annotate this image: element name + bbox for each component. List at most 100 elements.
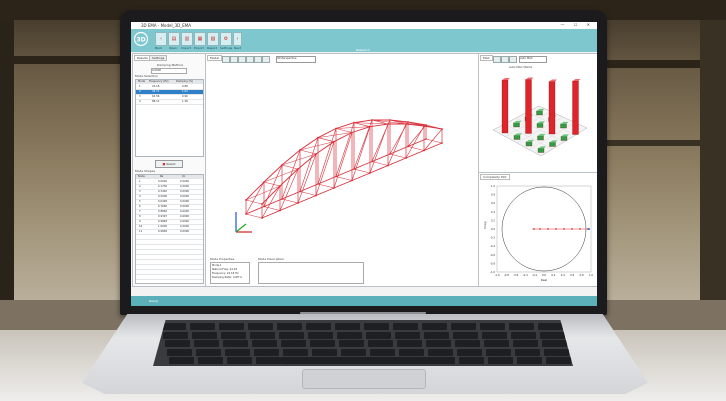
keyboard-key[interactable] (219, 323, 244, 330)
keyboard-key[interactable] (339, 340, 364, 347)
animate-tool[interactable] (254, 56, 262, 63)
keyboard-key[interactable] (252, 340, 277, 347)
keyboard-key[interactable] (451, 323, 476, 330)
keyboard-key[interactable] (546, 357, 571, 364)
keyboard-key[interactable] (457, 348, 482, 356)
select-mode-button[interactable]: ■ Select (155, 160, 183, 168)
zoom-tool[interactable] (238, 56, 246, 63)
keyboard-key[interactable] (511, 331, 536, 339)
mac-tool[interactable] (501, 56, 509, 63)
keyboard-key[interactable] (426, 340, 451, 347)
pan-tool[interactable] (230, 56, 238, 63)
mac-tool[interactable] (509, 56, 517, 63)
keyboard-key[interactable] (250, 331, 275, 339)
keyboard-key[interactable] (538, 323, 563, 330)
keyboard-key[interactable] (459, 357, 484, 364)
keyboard-key[interactable] (428, 348, 453, 356)
header-node: Node (138, 175, 145, 178)
keyboard-key[interactable] (190, 323, 215, 330)
view-select[interactable]: 3D Perspective (276, 56, 316, 63)
spacebar[interactable] (281, 357, 431, 364)
keyboard-key[interactable] (163, 331, 188, 339)
keyboard-key[interactable] (486, 348, 511, 356)
keyboard-key[interactable] (221, 331, 246, 339)
keyboard-key[interactable] (196, 348, 221, 356)
keyboard-key[interactable] (515, 348, 540, 356)
keyboard-key[interactable] (542, 340, 567, 347)
keyboard-key[interactable] (335, 323, 360, 330)
header-damping: Damping (%) (176, 80, 194, 83)
app-logo[interactable]: 3D (133, 31, 149, 47)
keyboard-key[interactable] (397, 340, 422, 347)
keyboard-key[interactable] (455, 340, 480, 347)
keyboard-key[interactable] (223, 340, 248, 347)
keyboard-key[interactable] (312, 348, 337, 356)
keyboard-key[interactable] (225, 348, 250, 356)
keyboard-key[interactable] (308, 331, 333, 339)
keyboard-key[interactable] (281, 340, 306, 347)
keyboard-key[interactable] (366, 331, 391, 339)
keyboard-key[interactable] (248, 323, 273, 330)
keyboard-key[interactable] (393, 323, 418, 330)
description-box[interactable] (258, 262, 364, 284)
keyboard-key[interactable] (165, 340, 190, 347)
cell: 0.0000 (180, 205, 190, 208)
tab-mac[interactable]: MAC (480, 55, 493, 61)
window-controls[interactable]: — ☐ ✕ (561, 22, 594, 27)
keyboard-key[interactable] (540, 331, 565, 339)
trackpad[interactable] (302, 369, 426, 389)
keyboard-key[interactable] (544, 348, 569, 356)
settings-button[interactable]: ⚙ (220, 32, 232, 46)
keyboard-key[interactable] (161, 323, 186, 330)
keyboard-key[interactable] (167, 348, 192, 356)
fit-tool[interactable] (246, 56, 254, 63)
export-button[interactable]: ▦ (194, 32, 206, 46)
tab-model[interactable]: Model (207, 55, 223, 61)
settings-label: Settings (220, 46, 233, 50)
keyboard-key[interactable] (198, 357, 223, 364)
mac-3d-bar-chart (492, 77, 588, 157)
keyboard-key[interactable] (364, 323, 389, 330)
keyboard-key[interactable] (368, 340, 393, 347)
keyboard-key[interactable] (227, 357, 252, 364)
keyboard-key[interactable] (341, 348, 366, 356)
keyboard-key[interactable] (453, 331, 478, 339)
keyboard-key[interactable] (422, 323, 447, 330)
report-button[interactable]: ▧ (207, 32, 219, 46)
keyboard-key[interactable] (192, 331, 217, 339)
keyboard-key[interactable] (399, 348, 424, 356)
keyboard-key[interactable] (306, 323, 331, 330)
open-button[interactable]: ▤ (168, 32, 180, 46)
x-tick-label: -0.8 (504, 273, 509, 277)
keyboard-key[interactable] (194, 340, 219, 347)
keyboard-key[interactable] (254, 348, 279, 356)
keyboard-key[interactable] (256, 357, 281, 364)
keyboard-key[interactable] (513, 340, 538, 347)
mac-tool[interactable] (493, 56, 501, 63)
keyboard-key[interactable] (484, 340, 509, 347)
keyboard-key[interactable] (370, 348, 395, 356)
keyboard-key[interactable] (509, 323, 534, 330)
back-button[interactable]: ‹ (155, 32, 167, 46)
keyboard-key[interactable] (310, 340, 335, 347)
stop-tool[interactable] (262, 56, 270, 63)
keyboard-key[interactable] (279, 331, 304, 339)
keyboard-key[interactable] (277, 323, 302, 330)
keyboard-key[interactable] (395, 331, 420, 339)
keyboard-key[interactable] (488, 357, 513, 364)
keyboard-key[interactable] (424, 331, 449, 339)
keyboard-key[interactable] (430, 357, 455, 364)
tab-settings[interactable]: Settings (149, 55, 168, 61)
import-button[interactable]: ▥ (181, 32, 193, 46)
table-row[interactable]: 4 88.12 1.38 (136, 100, 203, 105)
keyboard-key[interactable] (337, 331, 362, 339)
keyboard-key[interactable] (480, 323, 505, 330)
rotate-tool[interactable] (222, 56, 230, 63)
keyboard-key[interactable] (283, 348, 308, 356)
keyboard-key[interactable] (169, 357, 194, 364)
keyboard-key[interactable] (517, 357, 542, 364)
forward-button[interactable]: › (233, 32, 242, 46)
keyboard-key[interactable] (482, 331, 507, 339)
mode-vector-point (588, 228, 590, 230)
mac-select[interactable]: Auto MAC (519, 56, 547, 63)
